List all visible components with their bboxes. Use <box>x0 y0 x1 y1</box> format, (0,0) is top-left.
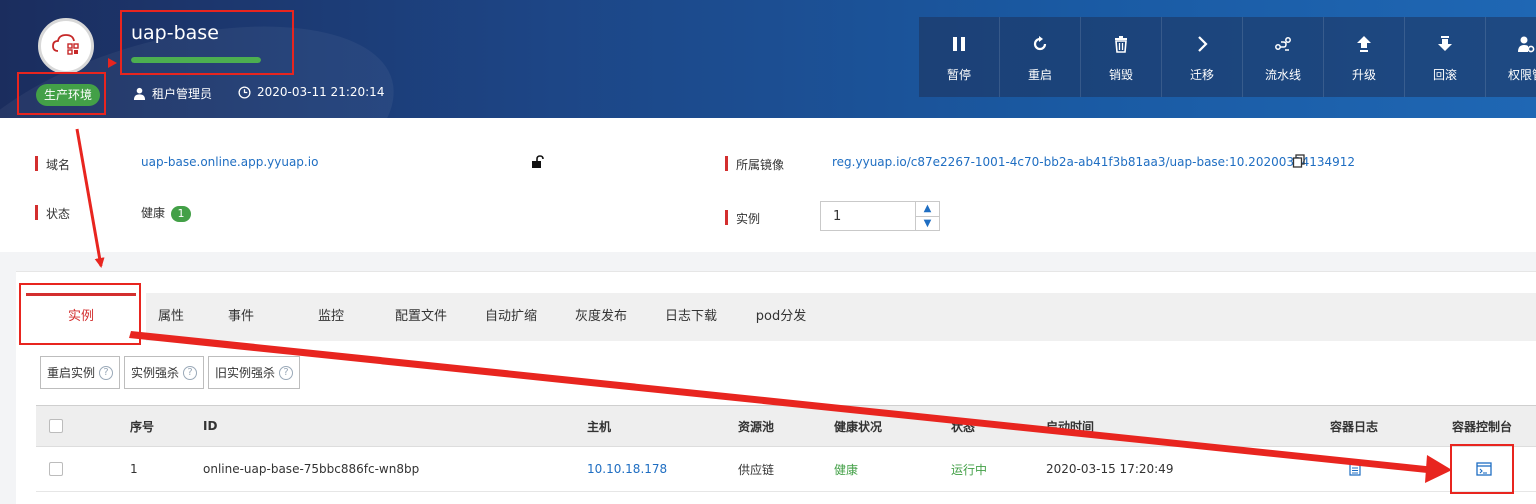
force-kill-old-instance-label: 旧实例强杀 <box>215 366 276 380</box>
instance-stepper: ▲ ▼ <box>820 201 940 231</box>
row-index: 1 <box>130 462 138 476</box>
rollback-icon <box>1438 35 1452 51</box>
tab-pod-distribution[interactable]: pod分发 <box>736 293 826 341</box>
col-start-time: 启动时间 <box>1046 419 1095 434</box>
restart-label: 重启 <box>1027 67 1052 82</box>
owner-info: 租户管理员 <box>133 85 212 102</box>
image-link[interactable]: reg.yyuap.io/c87e2267-1001-4c70-bb2a-ab4… <box>832 155 1355 169</box>
col-container-console: 容器控制台 <box>1452 419 1513 434</box>
migrate-button[interactable]: 迁移 <box>1162 17 1243 97</box>
row-status: 运行中 <box>951 462 988 477</box>
help-icon: ? <box>99 365 114 380</box>
trash-icon <box>1115 35 1127 53</box>
help-icon: ? <box>183 365 198 380</box>
destroy-label: 销毁 <box>1108 67 1133 82</box>
col-health: 健康状况 <box>834 419 883 434</box>
restart-instance-label: 重启实例 <box>47 366 96 380</box>
tab-log-download[interactable]: 日志下载 <box>646 293 736 341</box>
domain-link[interactable]: uap-base.online.app.yyuap.io <box>141 155 318 169</box>
created-time: 2020-03-11 21:20:14 <box>238 85 384 99</box>
row-start-time: 2020-03-15 17:20:49 <box>1046 462 1174 476</box>
tab-gray-release[interactable]: 灰度发布 <box>556 293 646 341</box>
annotation-tab-frame <box>19 283 141 345</box>
status-count-badge: 1 <box>171 206 192 222</box>
tab-autoscale[interactable]: 自动扩缩 <box>466 293 556 341</box>
help-icon: ? <box>279 365 294 380</box>
tab-bar: 实例 属性 事件 监控 配置文件 自动扩缩 灰度发布 日志下载 pod分发 <box>16 293 1536 341</box>
permission-label: 权限管 <box>1507 67 1536 82</box>
permission-button[interactable]: 权限管 <box>1486 17 1536 97</box>
select-all-checkbox[interactable] <box>49 419 63 433</box>
status-label: 状态 <box>35 205 70 222</box>
upgrade-icon <box>1357 35 1371 52</box>
image-label: 所属镜像 <box>725 156 784 173</box>
col-id: ID <box>203 419 218 433</box>
chevron-right-icon <box>1198 35 1208 52</box>
clock-icon <box>238 85 251 99</box>
annotation-pointer <box>108 58 117 68</box>
annotation-title-frame <box>120 10 294 75</box>
instance-count-input[interactable] <box>821 202 915 230</box>
col-host: 主机 <box>587 419 612 434</box>
upgrade-label: 升级 <box>1351 67 1376 82</box>
annotation-env-frame <box>17 72 106 115</box>
table-row: 1 online-uap-base-75bbc886fc-wn8bp 10.10… <box>36 447 1536 492</box>
pipeline-label: 流水线 <box>1264 67 1301 82</box>
instance-actions: 重启实例? 实例强杀? 旧实例强杀? <box>40 356 301 389</box>
rollback-label: 回滚 <box>1432 67 1457 82</box>
col-index: 序号 <box>130 419 155 434</box>
chevron-down-icon[interactable]: ▼ <box>916 217 939 231</box>
action-toolbar: 暂停 重启 销毁 迁移 流水线 升级 回滚 权限管 <box>919 17 1536 97</box>
upgrade-button[interactable]: 升级 <box>1324 17 1405 97</box>
owner-name: 租户管理员 <box>152 87 213 101</box>
row-host-link[interactable]: 10.10.18.178 <box>587 447 667 491</box>
col-container-log: 容器日志 <box>1330 419 1379 434</box>
pause-label: 暂停 <box>946 67 971 82</box>
app-info-panel: 域名 uap-base.online.app.yyuap.io 状态 健康 1 所… <box>0 118 1536 252</box>
status-value-group: 健康 1 <box>141 204 192 222</box>
row-pool: 供应链 <box>738 462 775 477</box>
annotation-console-frame <box>1450 444 1514 494</box>
pause-icon <box>953 36 965 51</box>
created-timestamp: 2020-03-11 21:20:14 <box>257 85 385 99</box>
app-logo <box>38 18 94 74</box>
tab-properties[interactable]: 属性 <box>146 293 196 341</box>
force-kill-old-instance-button[interactable]: 旧实例强杀? <box>208 356 301 389</box>
instance-label: 实例 <box>725 210 760 227</box>
restart-instance-button[interactable]: 重启实例? <box>40 356 121 389</box>
restart-button[interactable]: 重启 <box>1000 17 1081 97</box>
document-icon <box>1349 462 1361 476</box>
tab-config-files[interactable]: 配置文件 <box>376 293 466 341</box>
col-pool: 资源池 <box>738 419 775 434</box>
unlock-icon[interactable] <box>531 155 545 168</box>
domain-label: 域名 <box>35 156 70 173</box>
chevron-up-icon[interactable]: ▲ <box>916 202 939 217</box>
pause-button[interactable]: 暂停 <box>919 17 1000 97</box>
container-log-button[interactable] <box>1349 447 1361 491</box>
force-kill-instance-button[interactable]: 实例强杀? <box>124 356 205 389</box>
tab-monitoring[interactable]: 监控 <box>286 293 376 341</box>
col-status: 状态 <box>951 419 976 434</box>
copy-icon[interactable] <box>1292 154 1306 168</box>
status-value: 健康 <box>141 206 166 220</box>
user-settings-icon <box>1518 36 1535 52</box>
pipeline-icon <box>1275 36 1291 51</box>
row-id: online-uap-base-75bbc886fc-wn8bp <box>203 462 420 476</box>
instance-table-header: 序号 ID 主机 资源池 健康状况 状态 启动时间 容器日志 容器控制台 <box>36 405 1536 447</box>
cloud-app-icon <box>52 34 79 55</box>
restart-icon <box>1033 35 1047 50</box>
pipeline-button[interactable]: 流水线 <box>1243 17 1324 97</box>
row-health: 健康 <box>834 462 859 477</box>
rollback-button[interactable]: 回滚 <box>1405 17 1486 97</box>
force-kill-instance-label: 实例强杀 <box>131 366 180 380</box>
migrate-label: 迁移 <box>1189 67 1214 82</box>
destroy-button[interactable]: 销毁 <box>1081 17 1162 97</box>
row-checkbox[interactable] <box>49 462 63 476</box>
tab-events[interactable]: 事件 <box>196 293 286 341</box>
user-icon <box>133 87 146 100</box>
